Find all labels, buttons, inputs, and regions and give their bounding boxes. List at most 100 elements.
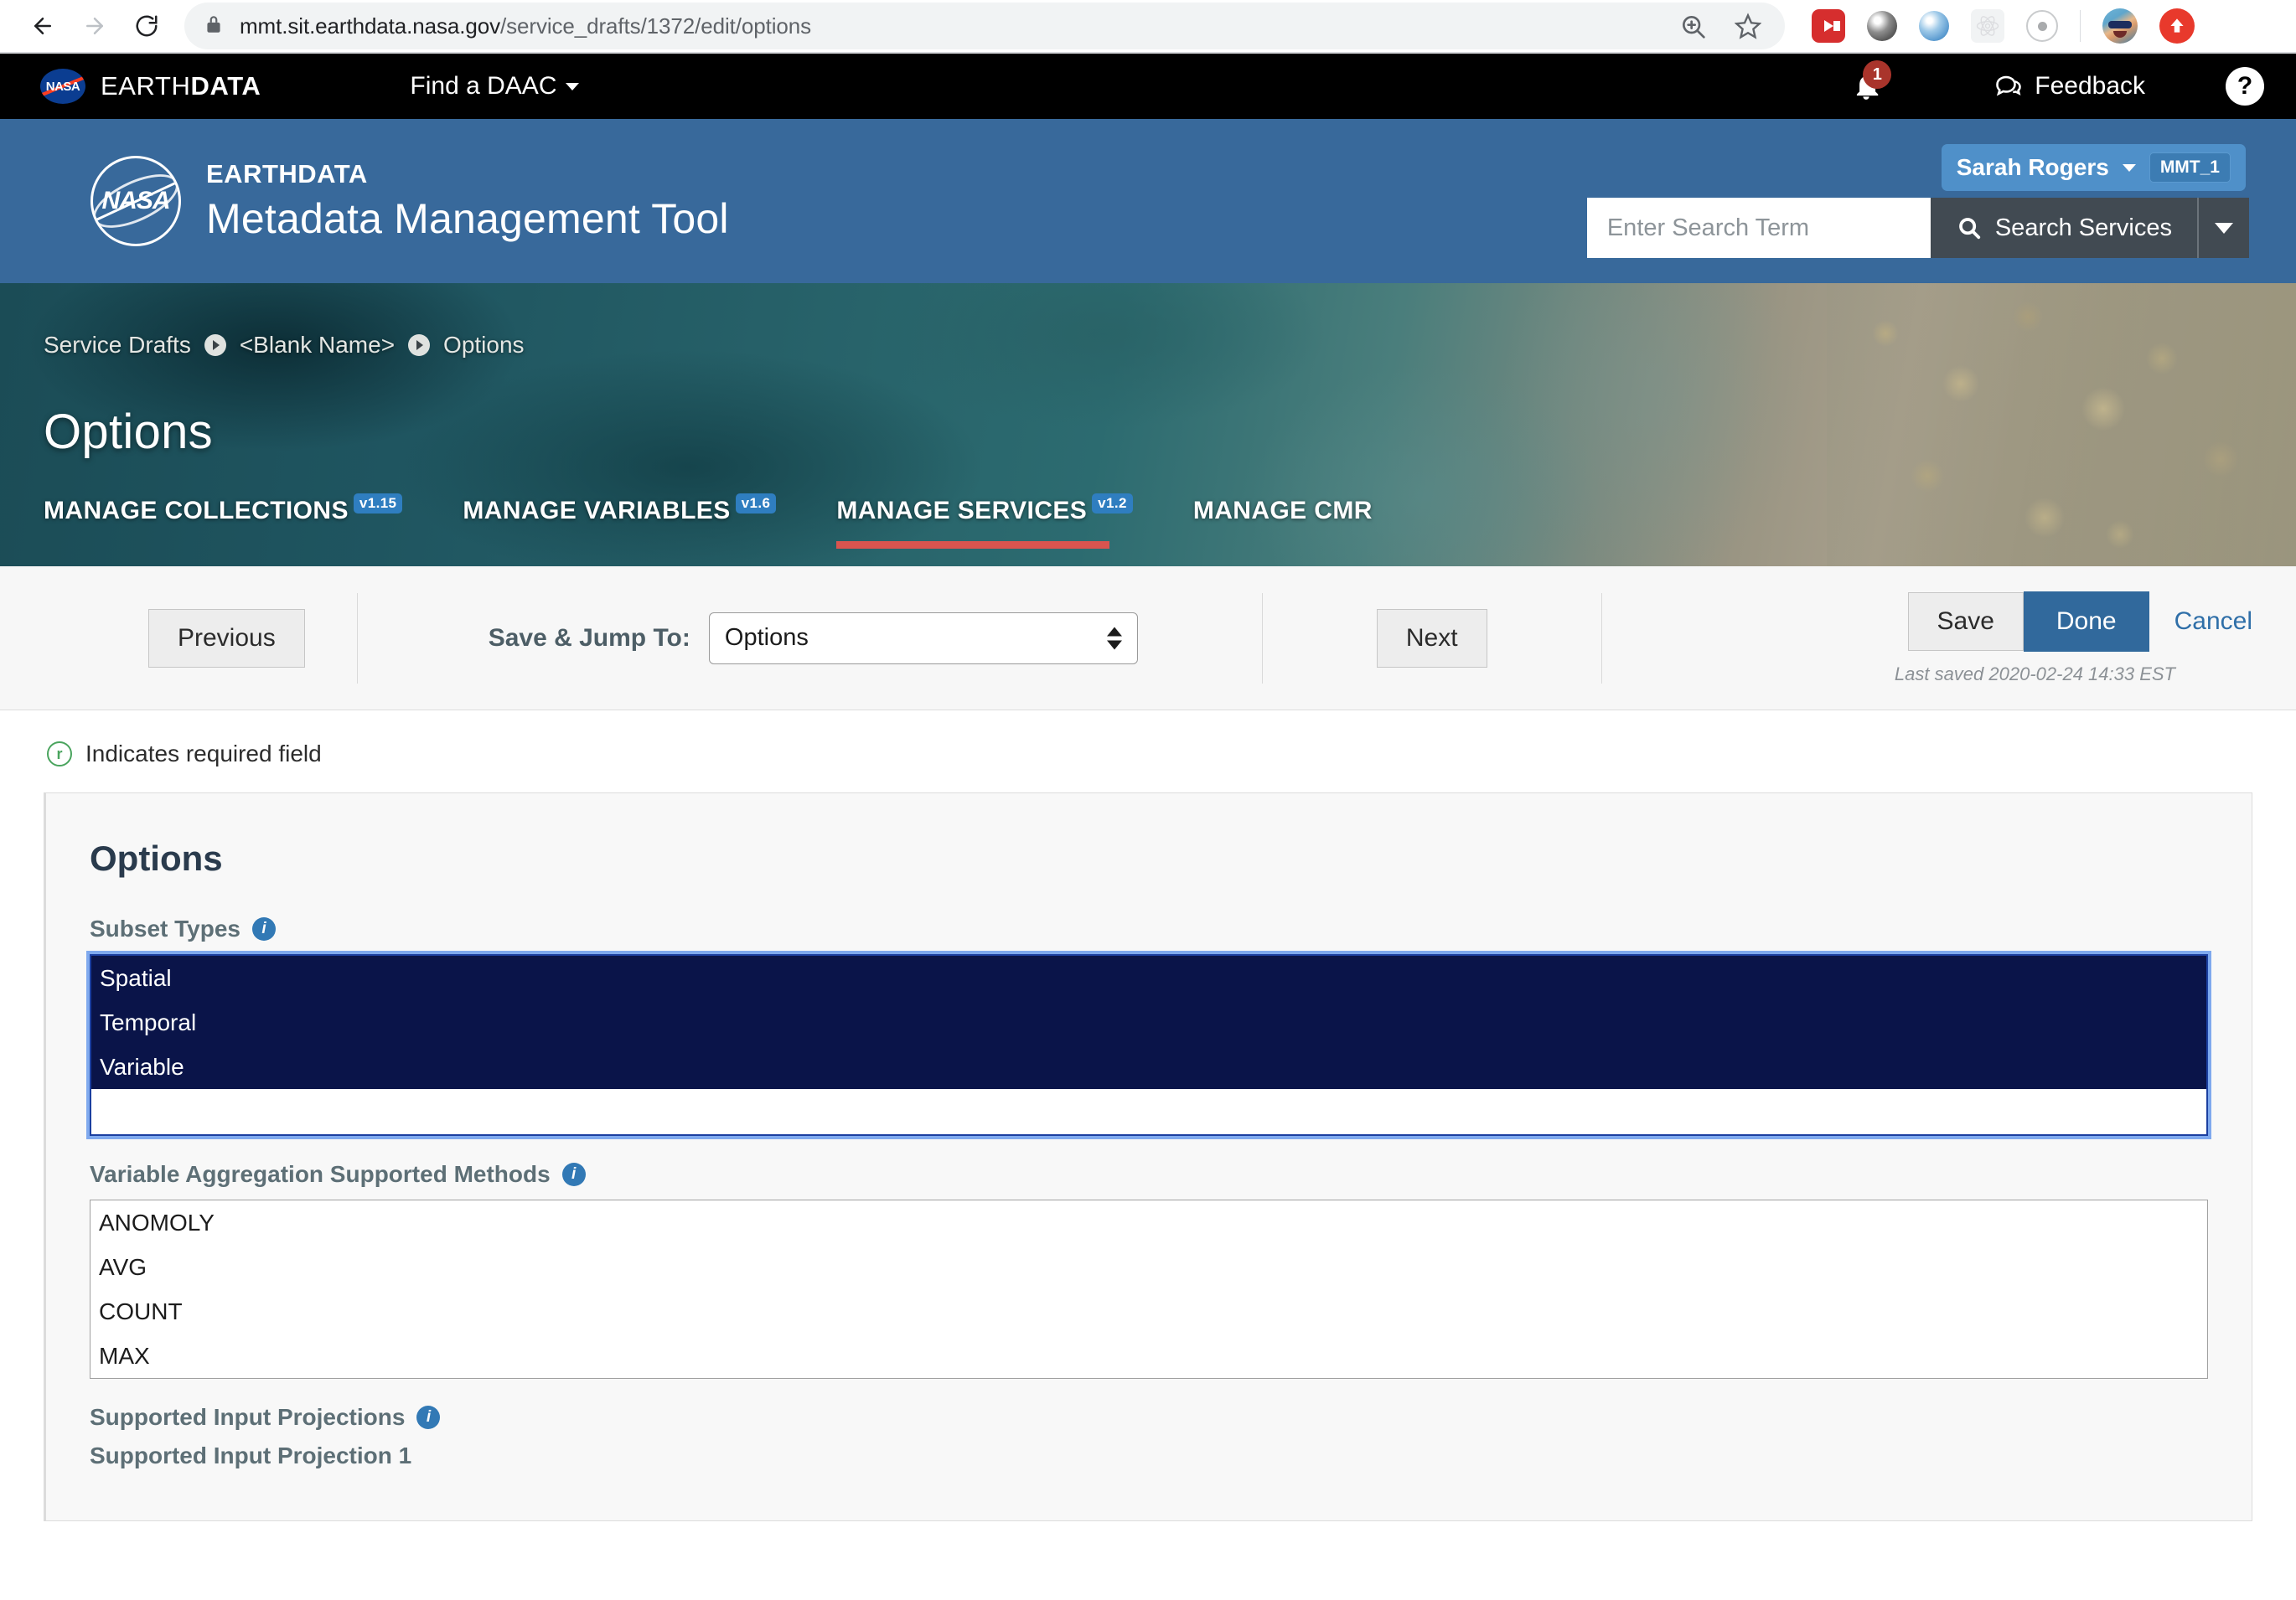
user-menu[interactable]: Sarah Rogers MMT_1 (1941, 144, 2246, 191)
find-a-daac-menu[interactable]: Find a DAAC (410, 72, 579, 101)
star-icon[interactable] (1735, 13, 1761, 39)
tab-manage-cmr[interactable]: MANAGE CMR (1193, 497, 1373, 549)
previous-button[interactable]: Previous (148, 608, 305, 668)
tab-label: MANAGE COLLECTIONS (44, 497, 349, 524)
list-item[interactable]: Variable (91, 1045, 2206, 1089)
feedback-label: Feedback (2035, 72, 2145, 100)
chevron-right-icon (204, 334, 226, 356)
save-button[interactable]: Save (1907, 591, 2024, 651)
tab-version-badge: v1.15 (353, 493, 403, 514)
address-bar[interactable]: mmt.sit.earthdata.nasa.gov/service_draft… (184, 3, 1785, 49)
global-nav-right: 1 Feedback ? (1839, 60, 2264, 106)
update-arrow-icon[interactable] (2159, 8, 2195, 44)
page-title: Options (44, 405, 213, 459)
lock-icon (203, 13, 225, 39)
chevron-right-icon (408, 334, 431, 356)
blue-ring-extension-icon[interactable] (1919, 11, 1949, 41)
primary-tabs: MANAGE COLLECTIONS v1.15 MANAGE VARIABLE… (44, 493, 2252, 549)
variable-aggregation-field: Variable Aggregation Supported Methods i… (90, 1161, 2208, 1379)
form-section-title: Options (90, 839, 223, 878)
required-field-note: r Indicates required field (0, 710, 2296, 792)
search-type-dropdown[interactable] (2197, 198, 2249, 258)
options-form-panel: Options Subset Types i Spatial Temporal … (44, 792, 2252, 1521)
find-a-daac-label: Find a DAAC (410, 72, 557, 100)
supported-input-projection-sublabel: Supported Input Projection 1 (90, 1443, 412, 1468)
cancel-button[interactable]: Cancel (2149, 607, 2252, 636)
tab-version-badge: v1.2 (1092, 493, 1133, 514)
list-item[interactable]: AVG (90, 1245, 2207, 1289)
breadcrumb-item-service-drafts[interactable]: Service Drafts (44, 332, 191, 359)
list-item[interactable]: COUNT (90, 1289, 2207, 1334)
help-button[interactable]: ? (2226, 67, 2264, 106)
chevron-down-icon (2122, 163, 2136, 172)
search-services-label: Search Services (1994, 214, 2172, 241)
supported-input-projections-field: Supported Input Projections i Supported … (90, 1404, 2208, 1469)
react-devtools-icon[interactable] (1971, 9, 2004, 43)
info-icon[interactable]: i (416, 1406, 441, 1429)
notification-count-badge: 1 (1863, 60, 1892, 89)
nasa-meatball-icon: NASA (90, 156, 181, 246)
chevron-down-icon (565, 82, 579, 90)
subset-types-listbox[interactable]: Spatial Temporal Variable (86, 951, 2211, 1139)
variable-aggregation-label: Variable Aggregation Supported Methods i (90, 1161, 2208, 1188)
tab-label: MANAGE CMR (1192, 497, 1373, 524)
select-spinner-icon (1106, 627, 1122, 649)
field-label-text: Subset Types (90, 916, 240, 942)
last-saved-text: Last saved 2020-02-24 14:33 EST (1894, 663, 2175, 684)
reload-icon[interactable] (122, 2, 171, 50)
save-and-jump-section: Save & Jump To: Options (358, 566, 1138, 710)
tab-version-badge: v1.6 (735, 493, 777, 514)
save-jump-selected-value: Options (724, 624, 809, 651)
info-icon[interactable]: i (251, 917, 276, 941)
search-bar: Search Services (1586, 198, 2249, 258)
tab-manage-services[interactable]: MANAGE SERVICES v1.2 (836, 493, 1133, 549)
meatball-text: NASA (101, 187, 170, 214)
youtube-extension-icon[interactable] (1812, 9, 1845, 43)
ionic-extension-icon[interactable] (2026, 10, 2058, 42)
feedback-button[interactable]: Feedback (1993, 71, 2145, 101)
list-item[interactable]: ANOMOLY (90, 1200, 2207, 1245)
provider-badge: MMT_1 (2149, 152, 2231, 183)
notifications-button[interactable]: 1 (1839, 60, 1893, 102)
mmt-brand[interactable]: NASA EARTHDATA Metadata Management Tool (90, 156, 729, 246)
tab-label: MANAGE VARIABLES (463, 497, 731, 524)
list-item[interactable] (91, 1089, 2206, 1134)
earthdata-wordmark[interactable]: EARTHDATA (101, 71, 261, 101)
gray-ring-extension-icon[interactable] (1867, 11, 1897, 41)
save-actions-section: Save Done Cancel Last saved 2020-02-24 1… (1836, 591, 2252, 685)
search-input[interactable] (1586, 198, 1931, 258)
next-section: Next (1263, 566, 1601, 710)
forward-arrow-icon[interactable] (70, 2, 119, 50)
breadcrumb-item-blank-name[interactable]: <Blank Name> (240, 332, 395, 359)
browser-extensions (1797, 8, 2195, 44)
mmt-header: NASA EARTHDATA Metadata Management Tool … (0, 119, 2296, 283)
tab-manage-variables[interactable]: MANAGE VARIABLES v1.6 (463, 493, 777, 549)
search-services-button[interactable]: Search Services (1930, 198, 2197, 258)
tab-manage-collections[interactable]: MANAGE COLLECTIONS v1.15 (44, 493, 403, 549)
subset-types-label: Subset Types i (90, 916, 2208, 942)
list-item[interactable]: Temporal (91, 1000, 2206, 1045)
breadcrumb-item-options: Options (443, 332, 525, 358)
wordmark-light: EARTH (101, 71, 191, 101)
list-item[interactable]: MAX (90, 1334, 2207, 1378)
user-avatar[interactable] (2102, 8, 2138, 44)
list-item[interactable]: Spatial (91, 956, 2206, 1000)
zoom-in-icon[interactable] (1679, 13, 1706, 39)
back-arrow-icon[interactable] (18, 2, 67, 50)
variable-aggregation-listbox[interactable]: ANOMOLY AVG COUNT MAX (90, 1200, 2208, 1379)
tab-label: MANAGE SERVICES (836, 497, 1088, 524)
done-button[interactable]: Done (2023, 591, 2149, 652)
mmt-titles: EARTHDATA Metadata Management Tool (206, 159, 729, 243)
next-button[interactable]: Next (1376, 608, 1487, 668)
nasa-logo-icon[interactable]: NASA (40, 69, 85, 104)
browser-toolbar: mmt.sit.earthdata.nasa.gov/service_draft… (0, 0, 2296, 52)
breadcrumb: Service Drafts <Blank Name> Options (44, 283, 2252, 359)
url-text: mmt.sit.earthdata.nasa.gov/service_draft… (240, 13, 812, 39)
save-jump-select[interactable]: Options (708, 612, 1138, 664)
previous-section: Previous (44, 566, 357, 710)
info-icon[interactable]: i (561, 1163, 586, 1186)
page-banner: Service Drafts <Blank Name> Options Opti… (0, 283, 2296, 566)
earthdata-global-nav: NASA EARTHDATA Find a DAAC 1 Feedback ? (0, 52, 2296, 119)
search-icon (1958, 218, 1980, 240)
toolbar-divider (1600, 592, 1602, 684)
